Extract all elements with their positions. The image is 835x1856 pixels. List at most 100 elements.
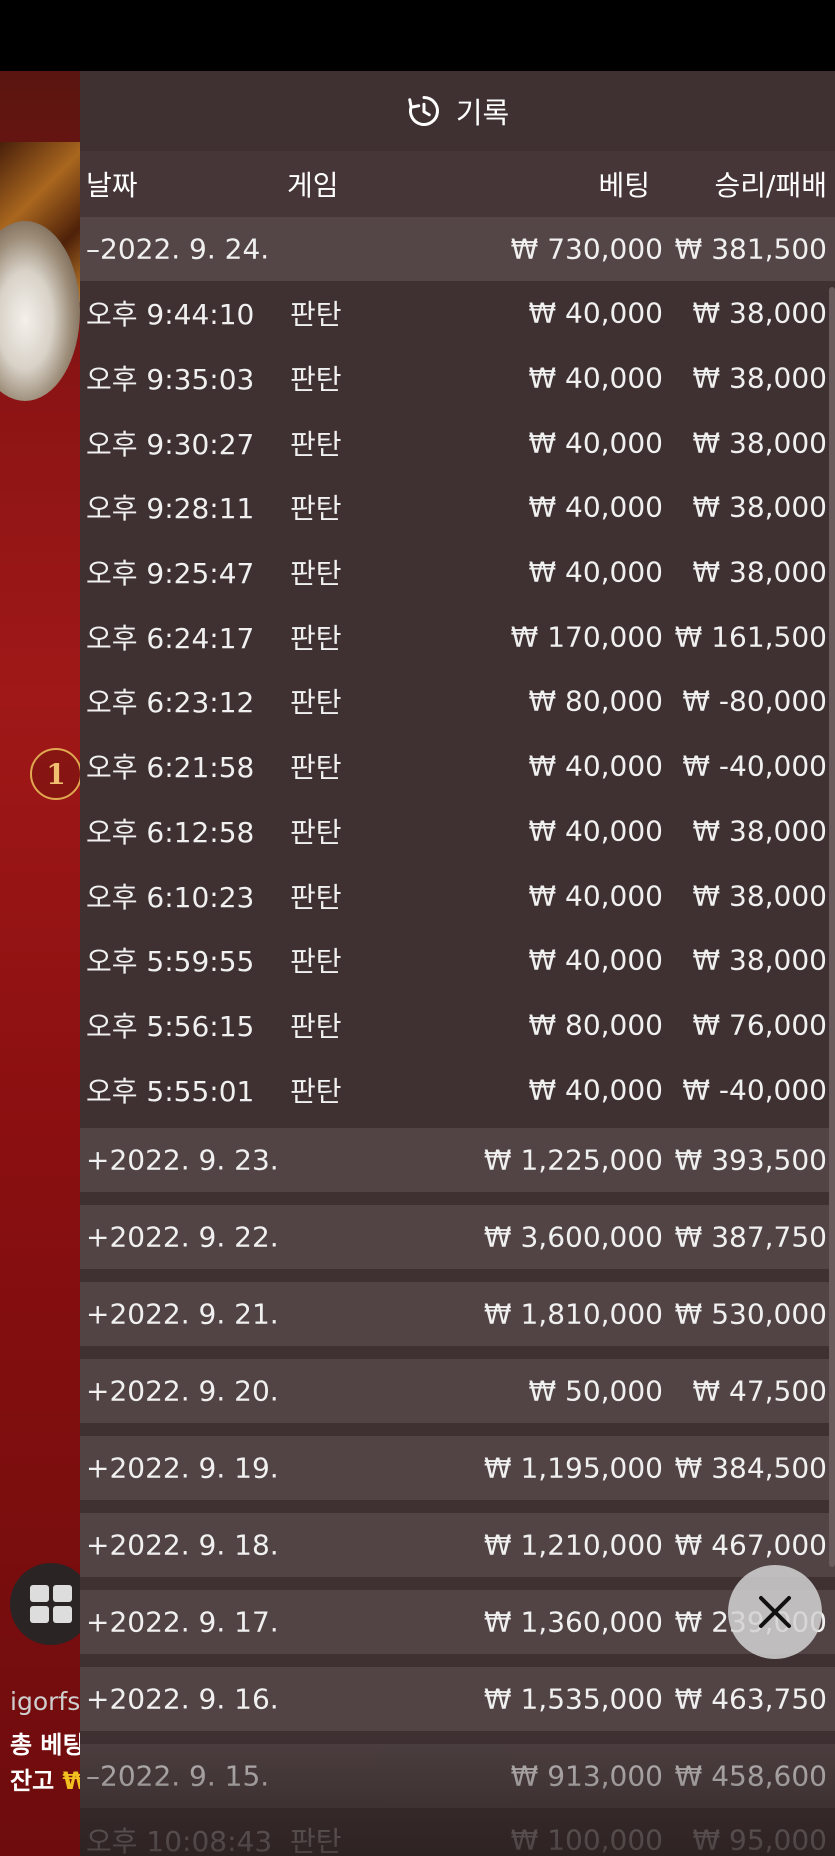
- entry-bet: ₩ 40,000: [528, 943, 663, 977]
- entry-game: 판탄: [290, 557, 342, 591]
- entry-row[interactable]: 오후 6:23:12 판탄 ₩ 80,000 ₩ -80,000: [80, 669, 835, 734]
- entry-bet: ₩ 40,000: [528, 879, 663, 913]
- entry-bet: ₩ 80,000: [528, 684, 663, 718]
- date-row-collapsed[interactable]: +2022. 9. 21. ₩ 1,810,000 ₩ 530,000: [80, 1281, 835, 1346]
- entry-result: ₩ -40,000: [682, 1073, 827, 1107]
- entry-time: 오후 6:23:12: [86, 686, 255, 720]
- entry-game: 판탄: [290, 751, 342, 785]
- entry-row[interactable]: 오후 9:44:10 판탄 ₩ 40,000 ₩ 38,000: [80, 281, 835, 346]
- date-bet-total: ₩ 730,000: [510, 232, 663, 266]
- entry-bet: ₩ 40,000: [528, 361, 663, 395]
- chip-coin-icon[interactable]: 1: [30, 748, 82, 800]
- entry-row[interactable]: 오후 6:24:17 판탄 ₩ 170,000 ₩ 161,500: [80, 604, 835, 669]
- entry-time: 오후 9:25:47: [86, 557, 255, 591]
- entry-list: 오후 9:44:10 판탄 ₩ 40,000 ₩ 38,000 오후 9:35:03 판…: [80, 281, 835, 1122]
- entry-game: 판탄: [290, 686, 342, 720]
- entry-time: 오후 10:08:43: [86, 1825, 273, 1856]
- entry-game: 판탄: [290, 1074, 342, 1108]
- entry-time: 오후 6:10:23: [86, 880, 255, 914]
- date-bet-total: ₩ 1,360,000: [483, 1605, 663, 1639]
- entry-result: ₩ 38,000: [692, 555, 827, 589]
- date-row-expanded[interactable]: –2022. 9. 15. ₩ 913,000 ₩ 458,600: [80, 1743, 835, 1808]
- date-result-total: ₩ 47,500: [692, 1374, 827, 1408]
- entry-result: ₩ 76,000: [692, 1008, 827, 1042]
- entry-bet: ₩ 40,000: [528, 749, 663, 783]
- close-button[interactable]: [728, 1565, 822, 1659]
- balance-label: 잔고 ₩: [10, 1761, 89, 1796]
- entry-time: 오후 9:35:03: [86, 363, 255, 397]
- entry-row[interactable]: 오후 9:28:11 판탄 ₩ 40,000 ₩ 38,000: [80, 475, 835, 540]
- entry-time: 오후 6:24:17: [86, 621, 255, 655]
- date-label: –2022. 9. 24.: [86, 232, 270, 266]
- entry-result: ₩ 38,000: [692, 943, 827, 977]
- entry-bet: ₩ 170,000: [510, 620, 663, 654]
- date-bet-total: ₩ 1,535,000: [483, 1682, 663, 1716]
- date-result-total: ₩ 393,500: [674, 1143, 827, 1177]
- column-game: 게임: [287, 169, 339, 202]
- entry-time: 오후 9:30:27: [86, 427, 255, 461]
- entry-time: 오후 9:28:11: [86, 492, 255, 526]
- entry-result: ₩ 38,000: [692, 490, 827, 524]
- entry-result: ₩ 95,000: [692, 1823, 827, 1856]
- date-result-total: ₩ 384,500: [674, 1451, 827, 1485]
- scrollbar[interactable]: [829, 287, 835, 1567]
- date-row-collapsed[interactable]: +2022. 9. 23. ₩ 1,225,000 ₩ 393,500: [80, 1127, 835, 1192]
- panel-header: 기록: [80, 71, 835, 151]
- entry-row[interactable]: 오후 9:35:03 판탄 ₩ 40,000 ₩ 38,000: [80, 346, 835, 411]
- entry-row[interactable]: 오후 6:10:23 판탄 ₩ 40,000 ₩ 38,000: [80, 863, 835, 928]
- date-label: +2022. 9. 23.: [86, 1143, 279, 1177]
- entry-game: 판탄: [290, 815, 342, 849]
- entry-result: ₩ 38,000: [692, 361, 827, 395]
- chip-coin-value: 1: [46, 757, 66, 791]
- date-result-total: ₩ 458,600: [674, 1759, 827, 1793]
- grid-cell: [53, 1606, 72, 1623]
- date-row-collapsed[interactable]: +2022. 9. 17.₩ 1,360,000₩ 239,000: [80, 1589, 835, 1654]
- date-row-collapsed[interactable]: +2022. 9. 16. ₩ 1,535,000 ₩ 463,750: [80, 1666, 835, 1731]
- entry-row[interactable]: 오후 9:30:27 판탄 ₩ 40,000 ₩ 38,000: [80, 410, 835, 475]
- entry-result: ₩ 38,000: [692, 879, 827, 913]
- date-row-collapsed[interactable]: +2022. 9. 18. ₩ 1,210,000 ₩ 467,000: [80, 1512, 835, 1577]
- date-result-total: ₩ 381,500: [674, 232, 827, 266]
- entry-time: 오후 5:55:01: [86, 1074, 255, 1108]
- entry-game: 판탄: [290, 945, 342, 979]
- entry-bet: ₩ 40,000: [528, 426, 663, 460]
- date-bet-total: ₩ 1,210,000: [483, 1528, 663, 1562]
- date-label: +2022. 9. 21.: [86, 1297, 279, 1331]
- date-row-collapsed[interactable]: +2022. 9. 22. ₩ 3,600,000 ₩ 387,750: [80, 1204, 835, 1269]
- entry-time: 오후 6:21:58: [86, 751, 255, 785]
- entry-time: 오후 6:12:58: [86, 815, 255, 849]
- entry-bet: ₩ 40,000: [528, 1073, 663, 1107]
- grid-cell: [53, 1585, 72, 1602]
- date-label: +2022. 9. 22.: [86, 1220, 279, 1254]
- entry-row[interactable]: 오후 5:55:01 판탄 ₩ 40,000 ₩ -40,000: [80, 1057, 835, 1122]
- entry-row[interactable]: 오후 5:56:15 판탄 ₩ 80,000 ₩ 76,000: [80, 993, 835, 1058]
- date-bet-total: ₩ 1,195,000: [483, 1451, 663, 1485]
- history-panel: 기록 날짜 게임 베팅 승리/패배 –2022. 9. 24. ₩ 730,00…: [80, 71, 835, 1856]
- column-bet: 베팅: [598, 169, 650, 202]
- user-name: igorfs: [10, 1687, 81, 1716]
- entry-bet: ₩ 40,000: [528, 296, 663, 330]
- entry-row[interactable]: 오후 9:25:47 판탄 ₩ 40,000 ₩ 38,000: [80, 540, 835, 605]
- balance-text: 잔고: [10, 1767, 55, 1795]
- entry-row[interactable]: 오후 6:12:58 판탄 ₩ 40,000 ₩ 38,000: [80, 799, 835, 864]
- entry-result: ₩ 38,000: [692, 296, 827, 330]
- entry-time: 오후 5:56:15: [86, 1009, 255, 1043]
- history-icon: [408, 96, 439, 126]
- status-bar: [0, 0, 835, 71]
- date-row-collapsed[interactable]: +2022. 9. 20. ₩ 50,000 ₩ 47,500: [80, 1358, 835, 1423]
- date-label: +2022. 9. 17.: [86, 1605, 279, 1639]
- grid-cell: [30, 1585, 49, 1602]
- entry-row[interactable]: 오후 10:08:43 판탄 ₩ 100,000 ₩ 95,000: [80, 1808, 835, 1856]
- column-date: 날짜: [86, 169, 138, 202]
- date-bet-total: ₩ 913,000: [510, 1759, 663, 1793]
- entry-row[interactable]: 오후 6:21:58 판탄 ₩ 40,000 ₩ -40,000: [80, 734, 835, 799]
- entry-game: 판탄: [290, 427, 342, 461]
- date-row-collapsed[interactable]: +2022. 9. 19. ₩ 1,195,000 ₩ 384,500: [80, 1435, 835, 1500]
- entry-result: ₩ 161,500: [674, 620, 827, 654]
- date-row-expanded[interactable]: –2022. 9. 24. ₩ 730,000 ₩ 381,500: [80, 217, 835, 281]
- entry-bet: ₩ 40,000: [528, 814, 663, 848]
- entry-time: 오후 9:44:10: [86, 298, 255, 332]
- entry-row[interactable]: 오후 5:59:55 판탄 ₩ 40,000 ₩ 38,000: [80, 928, 835, 993]
- entry-result: ₩ -40,000: [682, 749, 827, 783]
- entry-result: ₩ -80,000: [682, 684, 827, 718]
